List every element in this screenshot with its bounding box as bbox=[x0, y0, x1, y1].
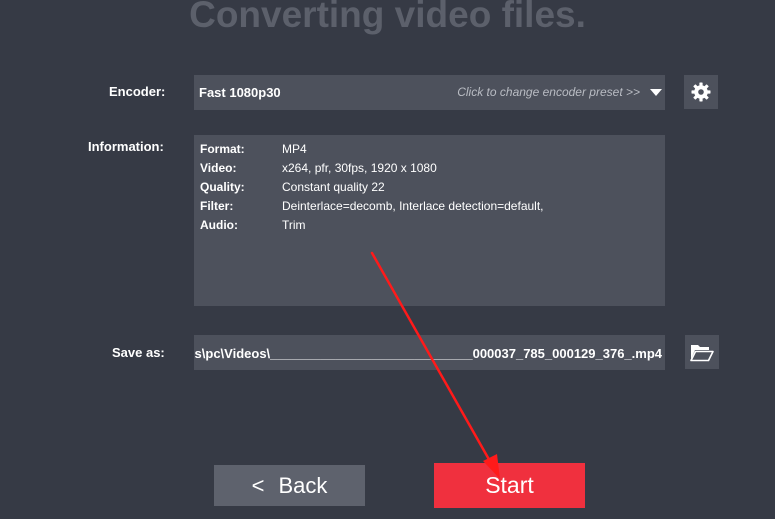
gear-icon bbox=[691, 82, 711, 102]
info-key: Video: bbox=[200, 161, 237, 175]
info-value: Deinterlace=decomb, Interlace detection=… bbox=[282, 199, 544, 213]
save-path-value: s\pc\Videos\____________________________… bbox=[194, 346, 662, 361]
encoder-preset-select[interactable]: Fast 1080p30 Click to change encoder pre… bbox=[194, 75, 665, 110]
start-button[interactable]: Start bbox=[434, 463, 585, 508]
info-value: Trim bbox=[282, 218, 306, 232]
save-path-field[interactable]: s\pc\Videos\____________________________… bbox=[194, 335, 665, 370]
folder-open-icon bbox=[690, 345, 714, 362]
info-key: Format: bbox=[200, 142, 245, 156]
browse-folder-button[interactable] bbox=[685, 335, 719, 369]
info-value: Constant quality 22 bbox=[282, 180, 385, 194]
page-title: Converting video files. bbox=[189, 0, 586, 35]
information-label: Information: bbox=[88, 139, 164, 154]
chevron-down-icon bbox=[650, 89, 662, 96]
start-button-label: Start bbox=[485, 472, 534, 498]
encoder-label: Encoder: bbox=[109, 84, 166, 99]
info-key: Quality: bbox=[200, 180, 245, 194]
back-button[interactable]: < Back bbox=[214, 465, 365, 506]
back-button-label: Back bbox=[278, 472, 328, 498]
encoder-preset-value: Fast 1080p30 bbox=[199, 85, 281, 100]
chevron-left-icon: < bbox=[251, 472, 265, 498]
info-value: MP4 bbox=[282, 142, 307, 156]
information-panel: Format: MP4 Video: x264, pfr, 30fps, 192… bbox=[194, 135, 665, 306]
save-as-label: Save as: bbox=[112, 345, 165, 360]
info-key: Audio: bbox=[200, 218, 238, 232]
info-key: Filter: bbox=[200, 199, 234, 213]
encoder-settings-button[interactable] bbox=[684, 75, 718, 109]
info-value: x264, pfr, 30fps, 1920 x 1080 bbox=[282, 161, 437, 175]
encoder-preset-hint: Click to change encoder preset >> bbox=[457, 85, 640, 99]
